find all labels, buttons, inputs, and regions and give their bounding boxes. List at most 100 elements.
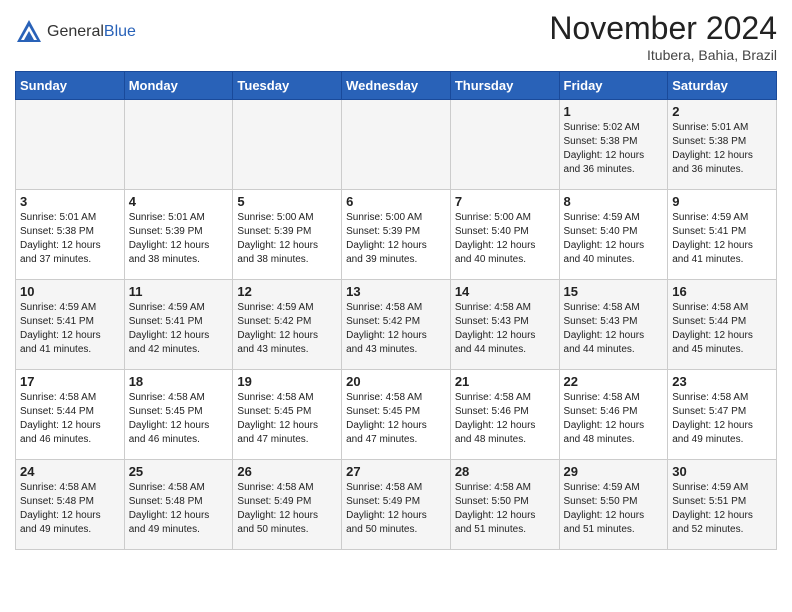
calendar-cell: 13Sunrise: 4:58 AM Sunset: 5:42 PM Dayli…: [342, 280, 451, 370]
calendar-cell: [16, 100, 125, 190]
calendar-cell: 30 Sunrise: 4:59 AM Sunset: 5:51 PM Dayli…: [668, 460, 777, 550]
day-info: Sunrise: 4:58 AM Sunset: 5:48 PM Dayligh…: [20, 481, 120, 537]
day-number: 3: [20, 194, 120, 209]
day-number: 7: [455, 194, 555, 209]
calendar-cell: 19Sunrise: 4:58 AM Sunset: 5:45 PM Dayli…: [233, 370, 342, 460]
col-saturday: Saturday: [668, 72, 777, 100]
day-number: 24: [20, 464, 120, 479]
day-number: 8: [564, 194, 664, 209]
calendar-cell: [342, 100, 451, 190]
calendar-cell: 8 Sunrise: 4:59 AM Sunset: 5:40 PM Daylig…: [559, 190, 668, 280]
day-info: Sunrise: 4:58 AM Sunset: 5:44 PM Dayligh…: [20, 391, 120, 447]
day-info: Sunrise: 4:58 AM Sunset: 5:46 PM Dayligh…: [564, 391, 664, 447]
calendar-cell: 2Sunrise: 5:01 AM Sunset: 5:38 PM Daylig…: [668, 100, 777, 190]
day-info: Sunrise: 4:58 AM Sunset: 5:48 PM Dayligh…: [129, 481, 229, 537]
day-info: Sunrise: 5:01 AM Sunset: 5:38 PM Dayligh…: [20, 211, 120, 267]
calendar-cell: 20Sunrise: 4:58 AM Sunset: 5:45 PM Dayli…: [342, 370, 451, 460]
day-info: Sunrise: 5:00 AM Sunset: 5:39 PM Dayligh…: [346, 211, 446, 267]
day-number: 22: [564, 374, 664, 389]
calendar-cell: 14 Sunrise: 4:58 AM Sunset: 5:43 PM Dayli…: [450, 280, 559, 370]
day-info: Sunrise: 4:58 AM Sunset: 5:44 PM Dayligh…: [672, 301, 772, 357]
day-number: 16: [672, 284, 772, 299]
day-info: Sunrise: 4:59 AM Sunset: 5:42 PM Dayligh…: [237, 301, 337, 357]
day-number: 5: [237, 194, 337, 209]
calendar-cell: [450, 100, 559, 190]
calendar-cell: 4Sunrise: 5:01 AM Sunset: 5:39 PM Daylig…: [124, 190, 233, 280]
day-info: Sunrise: 4:58 AM Sunset: 5:50 PM Dayligh…: [455, 481, 555, 537]
calendar-cell: 9Sunrise: 4:59 AM Sunset: 5:41 PM Daylig…: [668, 190, 777, 280]
calendar-table: Sunday Monday Tuesday Wednesday Thursday…: [15, 71, 777, 550]
col-monday: Monday: [124, 72, 233, 100]
logo-general: General: [47, 23, 104, 41]
calendar-cell: 1 Sunrise: 5:02 AM Sunset: 5:38 PM Daylig…: [559, 100, 668, 190]
day-number: 30: [672, 464, 772, 479]
day-number: 19: [237, 374, 337, 389]
calendar-cell: 6Sunrise: 5:00 AM Sunset: 5:39 PM Daylig…: [342, 190, 451, 280]
day-info: Sunrise: 4:58 AM Sunset: 5:43 PM Dayligh…: [455, 301, 555, 357]
day-info: Sunrise: 4:59 AM Sunset: 5:51 PM Dayligh…: [672, 481, 772, 537]
day-info: Sunrise: 4:58 AM Sunset: 5:45 PM Dayligh…: [346, 391, 446, 447]
calendar-week-1: 1 Sunrise: 5:02 AM Sunset: 5:38 PM Daylig…: [16, 100, 777, 190]
day-number: 18: [129, 374, 229, 389]
day-info: Sunrise: 5:01 AM Sunset: 5:38 PM Dayligh…: [672, 121, 772, 177]
day-info: Sunrise: 4:58 AM Sunset: 5:47 PM Dayligh…: [672, 391, 772, 447]
logo-blue: Blue: [104, 23, 136, 41]
day-number: 25: [129, 464, 229, 479]
day-info: Sunrise: 4:59 AM Sunset: 5:40 PM Dayligh…: [564, 211, 664, 267]
day-number: 28: [455, 464, 555, 479]
calendar-cell: 21 Sunrise: 4:58 AM Sunset: 5:46 PM Dayli…: [450, 370, 559, 460]
header: GeneralBlue November 2024 Itubera, Bahia…: [15, 10, 777, 63]
day-number: 14: [455, 284, 555, 299]
day-info: Sunrise: 4:58 AM Sunset: 5:46 PM Dayligh…: [455, 391, 555, 447]
subtitle: Itubera, Bahia, Brazil: [549, 47, 777, 63]
col-tuesday: Tuesday: [233, 72, 342, 100]
day-info: Sunrise: 4:59 AM Sunset: 5:41 PM Dayligh…: [129, 301, 229, 357]
calendar-cell: 3 Sunrise: 5:01 AM Sunset: 5:38 PM Daylig…: [16, 190, 125, 280]
calendar-cell: 7Sunrise: 5:00 AM Sunset: 5:40 PM Daylig…: [450, 190, 559, 280]
calendar-cell: 11 Sunrise: 4:59 AM Sunset: 5:41 PM Dayli…: [124, 280, 233, 370]
day-number: 26: [237, 464, 337, 479]
day-number: 15: [564, 284, 664, 299]
calendar-header: Sunday Monday Tuesday Wednesday Thursday…: [16, 72, 777, 100]
day-number: 11: [129, 284, 229, 299]
col-friday: Friday: [559, 72, 668, 100]
header-row: Sunday Monday Tuesday Wednesday Thursday…: [16, 72, 777, 100]
calendar-cell: 23 Sunrise: 4:58 AM Sunset: 5:47 PM Dayli…: [668, 370, 777, 460]
calendar-cell: [233, 100, 342, 190]
calendar-cell: 25 Sunrise: 4:58 AM Sunset: 5:48 PM Dayli…: [124, 460, 233, 550]
calendar-cell: 22 Sunrise: 4:58 AM Sunset: 5:46 PM Dayli…: [559, 370, 668, 460]
logo-icon: [15, 18, 43, 46]
day-info: Sunrise: 4:58 AM Sunset: 5:45 PM Dayligh…: [129, 391, 229, 447]
logo: GeneralBlue: [15, 18, 136, 46]
title-area: November 2024 Itubera, Bahia, Brazil: [549, 10, 777, 63]
calendar-cell: 16 Sunrise: 4:58 AM Sunset: 5:44 PM Dayli…: [668, 280, 777, 370]
calendar-week-4: 17 Sunrise: 4:58 AM Sunset: 5:44 PM Dayli…: [16, 370, 777, 460]
calendar-cell: 26Sunrise: 4:58 AM Sunset: 5:49 PM Dayli…: [233, 460, 342, 550]
calendar-page: GeneralBlue November 2024 Itubera, Bahia…: [0, 0, 792, 565]
calendar-cell: 24 Sunrise: 4:58 AM Sunset: 5:48 PM Dayli…: [16, 460, 125, 550]
col-sunday: Sunday: [16, 72, 125, 100]
day-info: Sunrise: 4:58 AM Sunset: 5:49 PM Dayligh…: [346, 481, 446, 537]
day-number: 1: [564, 104, 664, 119]
day-number: 27: [346, 464, 446, 479]
col-wednesday: Wednesday: [342, 72, 451, 100]
calendar-body: 1 Sunrise: 5:02 AM Sunset: 5:38 PM Daylig…: [16, 100, 777, 550]
calendar-cell: 15Sunrise: 4:58 AM Sunset: 5:43 PM Dayli…: [559, 280, 668, 370]
calendar-week-2: 3 Sunrise: 5:01 AM Sunset: 5:38 PM Daylig…: [16, 190, 777, 280]
month-title: November 2024: [549, 10, 777, 47]
col-thursday: Thursday: [450, 72, 559, 100]
calendar-cell: 17 Sunrise: 4:58 AM Sunset: 5:44 PM Dayli…: [16, 370, 125, 460]
calendar-cell: [124, 100, 233, 190]
day-info: Sunrise: 4:59 AM Sunset: 5:41 PM Dayligh…: [20, 301, 120, 357]
calendar-cell: 28 Sunrise: 4:58 AM Sunset: 5:50 PM Dayli…: [450, 460, 559, 550]
day-number: 17: [20, 374, 120, 389]
calendar-cell: 27 Sunrise: 4:58 AM Sunset: 5:49 PM Dayli…: [342, 460, 451, 550]
day-number: 21: [455, 374, 555, 389]
calendar-cell: 5Sunrise: 5:00 AM Sunset: 5:39 PM Daylig…: [233, 190, 342, 280]
calendar-cell: 12Sunrise: 4:59 AM Sunset: 5:42 PM Dayli…: [233, 280, 342, 370]
calendar-cell: 29Sunrise: 4:59 AM Sunset: 5:50 PM Dayli…: [559, 460, 668, 550]
day-number: 23: [672, 374, 772, 389]
day-info: Sunrise: 4:59 AM Sunset: 5:41 PM Dayligh…: [672, 211, 772, 267]
day-info: Sunrise: 5:02 AM Sunset: 5:38 PM Dayligh…: [564, 121, 664, 177]
calendar-cell: 10Sunrise: 4:59 AM Sunset: 5:41 PM Dayli…: [16, 280, 125, 370]
